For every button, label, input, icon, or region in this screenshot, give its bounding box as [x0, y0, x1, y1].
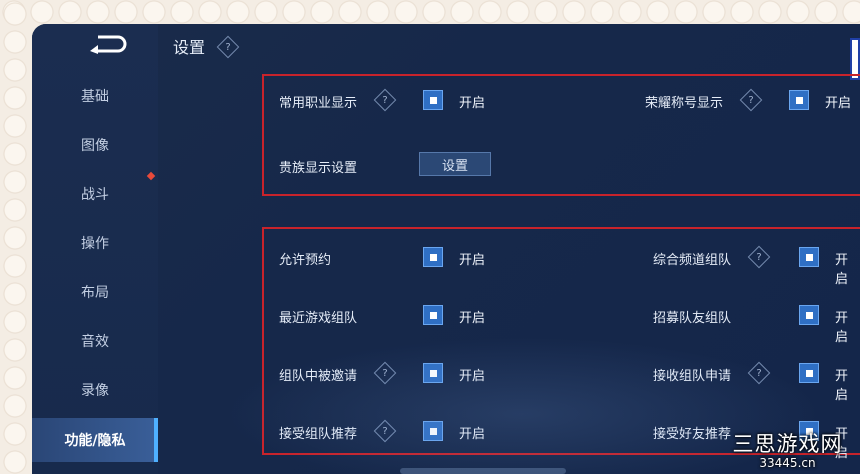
receive-team-apply-label: 接收组队申请: [653, 369, 732, 384]
sidebar-item-sound[interactable]: 音效: [32, 321, 158, 361]
recent-game-team-state: 开启: [459, 311, 486, 326]
page-title: 设置 ?: [173, 34, 240, 59]
channel-team-checkbox[interactable]: [799, 247, 819, 267]
sidebar-item-controls[interactable]: 操作: [32, 223, 158, 263]
recent-game-team-checkbox[interactable]: [423, 305, 443, 325]
honor-title-label: 荣耀称号显示: [645, 96, 724, 111]
sidebar-item-function-privacy[interactable]: 功能/隐私: [32, 418, 158, 462]
invited-in-team-state: 开启: [459, 369, 486, 384]
noble-display-label: 贵族显示设置: [279, 161, 358, 176]
allow-reserve-label: 允许预约: [279, 253, 332, 268]
accept-team-recommend-state: 开启: [459, 427, 486, 442]
sidebar-item-layout[interactable]: 布局: [32, 272, 158, 312]
recruit-team-label: 招募队友组队: [653, 311, 732, 326]
receive-team-apply-state: 开启: [835, 369, 849, 403]
allow-reserve-state: 开启: [459, 253, 486, 268]
sidebar-item-basic[interactable]: 基础: [32, 76, 158, 116]
watermark-url: 33445.cn: [759, 456, 816, 470]
channel-team-label: 综合频道组队: [653, 253, 732, 268]
settings-screen: 基础 图像 战斗 操作 布局 音效 录像 功能/隐私 设置 ? 常用职业显示 ?…: [32, 24, 860, 474]
recent-game-team-label: 最近游戏组队: [279, 311, 358, 326]
invited-in-team-label: 组队中被邀请: [279, 369, 358, 384]
invited-in-team-checkbox[interactable]: [423, 363, 443, 383]
accept-team-recommend-checkbox[interactable]: [423, 421, 443, 441]
recruit-team-checkbox[interactable]: [799, 305, 819, 325]
frequent-job-checkbox[interactable]: [423, 90, 443, 110]
sidebar-item-replay[interactable]: 录像: [32, 370, 158, 410]
help-icon[interactable]: ?: [216, 35, 240, 59]
honor-title-state: 开启: [825, 96, 852, 111]
watermark-main: 三思游戏网: [732, 432, 843, 456]
allow-reserve-checkbox[interactable]: [423, 247, 443, 267]
team-settings-group: [262, 227, 860, 455]
noble-settings-button[interactable]: 设置: [419, 152, 491, 176]
frequent-job-label: 常用职业显示: [279, 96, 358, 111]
sidebar-item-battle[interactable]: 战斗: [32, 174, 158, 214]
channel-team-state: 开启: [835, 253, 849, 287]
honor-title-checkbox[interactable]: [789, 90, 809, 110]
sidebar: 基础 图像 战斗 操作 布局 音效 录像 功能/隐私: [32, 24, 158, 474]
receive-team-apply-checkbox[interactable]: [799, 363, 819, 383]
decorative-border-left: [0, 0, 30, 474]
frequent-job-state: 开启: [459, 96, 486, 111]
recruit-team-state: 开启: [835, 311, 849, 345]
sidebar-item-image[interactable]: 图像: [32, 125, 158, 165]
watermark: 三思游戏网 33445.cn: [715, 428, 860, 470]
accept-team-recommend-label: 接受组队推荐: [279, 427, 358, 442]
back-icon[interactable]: [88, 34, 130, 54]
horizontal-scrollbar[interactable]: [400, 468, 566, 474]
